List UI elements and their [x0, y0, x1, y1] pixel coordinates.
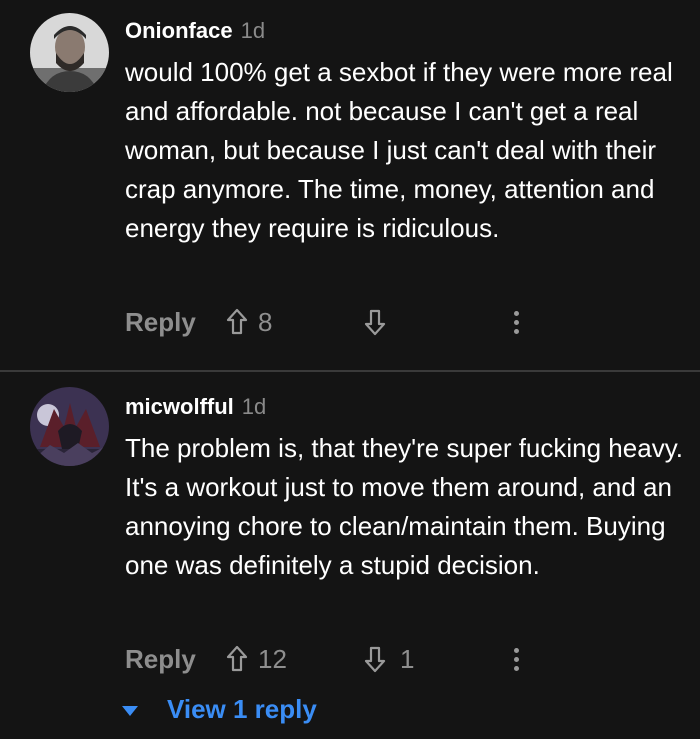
vertical-ellipsis-icon[interactable]	[512, 311, 520, 339]
caret-down-icon	[122, 706, 138, 716]
arrow-down-outline-icon[interactable]	[364, 308, 386, 336]
arrow-up-outline-icon[interactable]	[226, 308, 248, 336]
reply-button[interactable]: Reply	[125, 644, 196, 675]
username[interactable]: Onionface	[125, 18, 233, 43]
arrow-up-outline-icon[interactable]	[226, 645, 248, 673]
comment: Onionface 1d would 100% get a sexbot if t…	[0, 0, 700, 370]
comment-actions: Reply 8	[0, 303, 700, 343]
comment-body: The problem is, that they're super fucki…	[125, 433, 683, 580]
username[interactable]: micwolfful	[125, 394, 234, 419]
comment: micwolfful 1d The problem is, that they'r…	[0, 372, 700, 739]
comment-meta: Onionface 1d	[125, 18, 265, 44]
comment-body: would 100% get a sexbot if they were mor…	[125, 57, 673, 243]
avatar[interactable]	[30, 387, 109, 466]
view-replies-label: View 1 reply	[167, 694, 317, 724]
upvote-count: 12	[258, 644, 287, 674]
comment-meta: micwolfful 1d	[125, 394, 266, 420]
user-avatar-image	[30, 387, 109, 466]
upvote-count: 8	[258, 307, 273, 337]
user-avatar-image	[30, 13, 109, 92]
downvote-count: 1	[400, 644, 415, 674]
avatar[interactable]	[30, 13, 109, 92]
comment-age: 1d	[240, 18, 266, 43]
vertical-ellipsis-icon[interactable]	[512, 648, 520, 676]
arrow-down-outline-icon[interactable]	[364, 645, 386, 673]
comment-actions: Reply 12 1	[0, 640, 700, 680]
reply-button[interactable]: Reply	[125, 307, 196, 338]
comment-age: 1d	[241, 394, 267, 419]
